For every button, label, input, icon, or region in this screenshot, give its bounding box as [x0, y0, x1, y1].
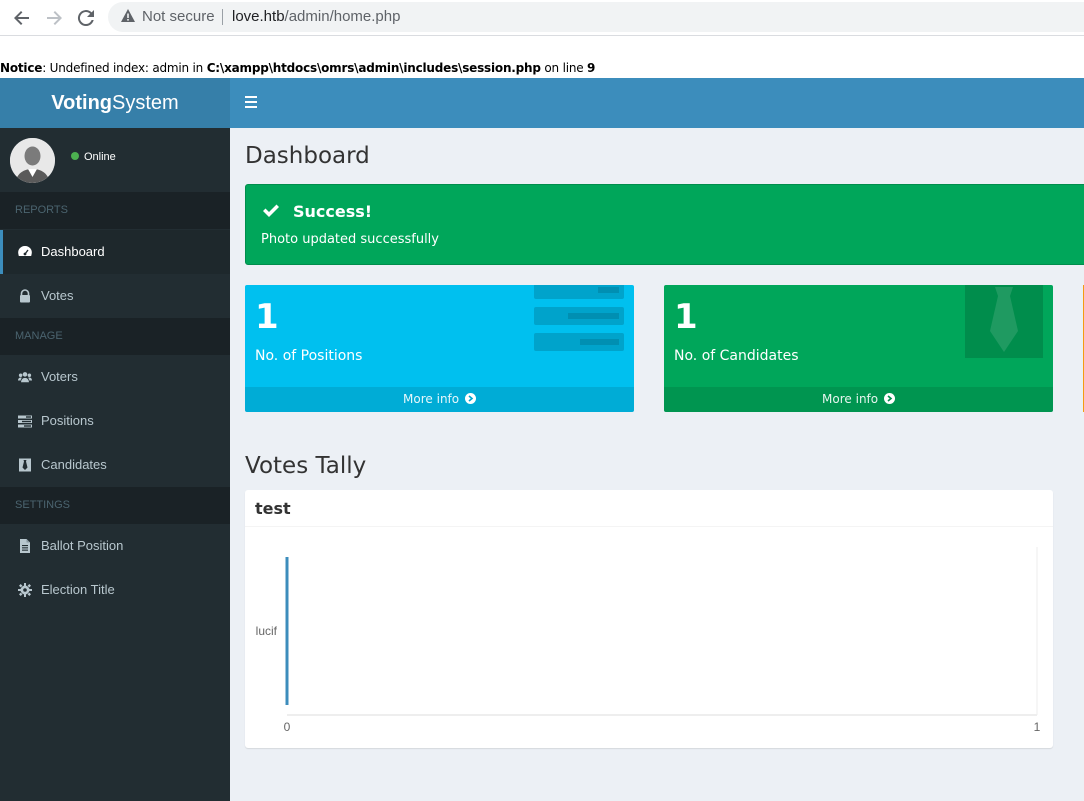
votes-tally-chart: 0 1 lucif: [256, 547, 1041, 734]
online-label: Online: [84, 151, 116, 163]
x-tick-label: 1: [1034, 720, 1041, 734]
chart-header: test: [245, 490, 1053, 527]
success-alert: Success! Photo updated successfully: [245, 184, 1084, 265]
stat-value: 1: [255, 297, 279, 337]
notice-label: Notice: [0, 61, 43, 75]
sidebar-item-label: Votes: [41, 288, 74, 303]
file-icon: [20, 539, 30, 553]
more-info-link[interactable]: More info: [664, 387, 1053, 412]
avatar: [10, 138, 55, 183]
notice-text-after: on line: [540, 61, 588, 75]
stat-box-positions: 1 No. of Positions More info: [245, 285, 634, 412]
logo-bold: Voting: [51, 92, 113, 114]
warning-icon: [121, 9, 135, 22]
address-bar[interactable]: Not secure love.htb/admin/home.php: [108, 2, 1084, 32]
stat-label: No. of Candidates: [674, 348, 799, 364]
sidebar-item-label: Dashboard: [41, 244, 105, 259]
tie-icon: [965, 285, 1043, 358]
php-notice: Notice: Undefined index: admin in C:\xam…: [0, 61, 595, 75]
sidebar-item-dashboard[interactable]: Dashboard: [0, 230, 230, 274]
browser-toolbar: Not secure love.htb/admin/home.php: [0, 0, 1084, 36]
main-content: Dashboard Success! Photo updated success…: [230, 128, 1084, 801]
sidebar-item-label: Candidates: [41, 457, 107, 472]
status-dot-icon: [71, 152, 79, 161]
stat-label: No. of Positions: [255, 348, 363, 364]
logo[interactable]: VotingSystem: [0, 78, 230, 128]
more-info-link[interactable]: More info: [245, 387, 634, 412]
x-tick-label: 0: [284, 720, 291, 734]
arrow-circle-right-icon: [883, 393, 895, 404]
tasks-icon: [534, 285, 624, 351]
alert-message: Photo updated successfully: [261, 232, 439, 247]
section-title: Votes Tally: [245, 453, 367, 479]
sidebar-item-votes[interactable]: Votes: [0, 274, 230, 318]
chart-title: test: [255, 499, 291, 518]
hamburger-menu-icon[interactable]: [245, 96, 257, 108]
sidebar-item-label: Ballot Position: [41, 538, 124, 553]
notice-path: C:\xampp\htdocs\omrs\admin\includes\sess…: [206, 61, 541, 75]
chart-box: test 0 1 lucif: [245, 490, 1053, 748]
stat-value: 1: [674, 297, 698, 337]
sidebar-header-manage: MANAGE: [0, 318, 230, 355]
more-info-label: More info: [822, 392, 879, 406]
sidebar-item-ballot-position[interactable]: Ballot Position: [0, 524, 230, 568]
sidebar-item-positions[interactable]: Positions: [0, 399, 230, 443]
divider: [222, 9, 223, 25]
stat-box-candidates: 1 No. of Candidates More info: [664, 285, 1053, 412]
lock-icon: [20, 289, 30, 303]
tie-icon: [19, 458, 31, 472]
reload-icon[interactable]: [74, 6, 98, 30]
sidebar: Online REPORTS Dashboard Votes MANAGE Vo…: [0, 128, 230, 801]
sidebar-header-settings: SETTINGS: [0, 487, 230, 524]
dashboard-icon: [18, 245, 32, 256]
tasks-icon: [18, 415, 32, 428]
arrow-circle-right-icon: [464, 393, 476, 404]
security-label[interactable]: Not secure: [142, 8, 215, 25]
sidebar-item-label: Voters: [41, 369, 78, 384]
bar: [285, 557, 289, 705]
back-arrow-icon[interactable]: [10, 6, 34, 30]
notice-text: : Undefined index: admin in: [42, 61, 207, 75]
users-icon: [18, 372, 32, 383]
sidebar-item-label: Positions: [41, 413, 94, 428]
top-navbar: [230, 78, 1084, 128]
online-status: Online: [71, 151, 116, 163]
sidebar-item-label: Election Title: [41, 582, 115, 597]
cog-icon: [18, 583, 32, 597]
url-host: love.htb: [232, 8, 285, 25]
sidebar-item-election-title[interactable]: Election Title: [0, 568, 230, 612]
more-info-label: More info: [403, 392, 460, 406]
notice-line: 9: [587, 61, 596, 75]
alert-title: Success!: [293, 202, 373, 221]
y-category-label: lucif: [256, 624, 278, 638]
sidebar-item-candidates[interactable]: Candidates: [0, 443, 230, 487]
logo-rest: System: [112, 92, 179, 114]
url-path: /admin/home.php: [284, 8, 401, 25]
page-title: Dashboard: [245, 143, 370, 169]
check-icon: [263, 204, 279, 217]
forward-arrow-icon[interactable]: [42, 6, 66, 30]
sidebar-header-reports: REPORTS: [0, 192, 230, 229]
sidebar-item-voters[interactable]: Voters: [0, 355, 230, 399]
url-text[interactable]: love.htb/admin/home.php: [232, 8, 400, 25]
user-panel: Online: [0, 128, 230, 192]
